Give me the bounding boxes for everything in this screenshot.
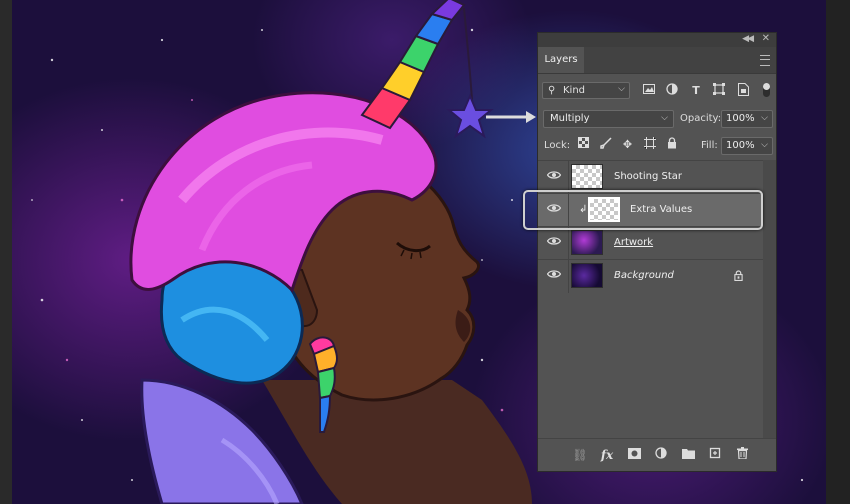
fill-field[interactable]: 100% ⌵ <box>721 137 773 155</box>
filter-toggle[interactable] <box>763 83 770 97</box>
layer-row-shooting-star[interactable]: Shooting Star <box>538 160 763 194</box>
collapse-panel-icon[interactable]: ◀◀ <box>742 34 754 44</box>
visibility-column-divider <box>568 161 569 194</box>
blend-mode-value: Multiply <box>550 113 590 124</box>
close-icon[interactable]: ✕ <box>762 33 770 44</box>
lock-all-icon[interactable] <box>664 137 679 152</box>
eye-icon[interactable] <box>547 170 561 180</box>
layers-list: Shooting Star ↲ Extra Values Artwork Bac… <box>538 160 763 440</box>
type-filter-icon[interactable]: T <box>688 83 704 99</box>
app-left-edge <box>0 0 12 504</box>
opacity-value: 100% <box>726 113 755 124</box>
layer-row-artwork[interactable]: Artwork <box>538 226 763 260</box>
link-layers-icon[interactable]: ⛓ <box>572 447 588 463</box>
eye-icon[interactable] <box>547 269 561 279</box>
clipping-mask-icon: ↲ <box>579 204 588 215</box>
layer-thumbnail <box>571 164 603 189</box>
layer-thumbnail <box>571 230 603 255</box>
eye-icon[interactable] <box>547 236 561 246</box>
visibility-column-divider <box>568 260 569 293</box>
layer-thumbnail <box>588 197 620 222</box>
opacity-label: Opacity: <box>680 113 722 124</box>
panel-title-bar[interactable]: ◀◀ ✕ <box>538 33 776 47</box>
add-mask-icon[interactable] <box>626 447 642 463</box>
smart-object-filter-icon[interactable] <box>735 83 751 99</box>
fill-value: 100% <box>726 140 755 151</box>
layer-name[interactable]: Background <box>614 270 674 281</box>
filter-kind-select[interactable]: ⚲ Kind ⌵ <box>542 82 630 99</box>
layer-style-icon[interactable]: fx <box>599 447 615 463</box>
opacity-field[interactable]: 100% ⌵ <box>721 110 773 128</box>
chevron-down-icon: ⌵ <box>761 113 768 123</box>
lock-label: Lock: <box>544 140 571 151</box>
chevron-down-icon: ⌵ <box>661 113 668 123</box>
lock-position-icon[interactable]: ✥ <box>620 137 635 152</box>
visibility-column-divider <box>568 194 569 227</box>
adjustment-filter-icon[interactable] <box>664 83 680 99</box>
blend-mode-select[interactable]: Multiply ⌵ <box>543 110 674 128</box>
new-layer-icon[interactable] <box>707 447 723 463</box>
search-icon: ⚲ <box>548 85 556 96</box>
eye-icon[interactable] <box>547 203 561 213</box>
layer-name[interactable]: Artwork <box>614 237 653 248</box>
lock-transparent-pixels-icon[interactable] <box>576 137 591 152</box>
layer-name[interactable]: Extra Values <box>630 204 692 215</box>
lock-artboard-icon[interactable] <box>642 137 657 152</box>
folder-icon[interactable] <box>680 447 696 463</box>
layers-panel: ◀◀ ✕ Layers ⚲ Kind ⌵ T Multiply ⌵ Opacit… <box>537 32 777 472</box>
layers-scrollbar[interactable] <box>763 160 776 440</box>
app-right-edge <box>826 0 850 504</box>
chevron-down-icon: ⌵ <box>761 140 768 150</box>
panel-tab-bar: Layers <box>538 47 776 74</box>
new-adjustment-layer-icon[interactable] <box>653 447 669 463</box>
layer-lock-icon[interactable] <box>734 270 743 281</box>
layer-row-extra-values[interactable]: ↲ Extra Values <box>538 193 763 227</box>
trash-icon[interactable] <box>734 447 750 463</box>
filter-kind-label: Kind <box>563 85 586 96</box>
lock-image-pixels-icon[interactable] <box>598 137 613 152</box>
panel-bottom-toolbar: ⛓ fx <box>538 438 776 471</box>
tab-layers[interactable]: Layers <box>538 47 584 73</box>
image-filter-icon[interactable] <box>641 83 657 99</box>
chevron-down-icon: ⌵ <box>618 84 625 94</box>
panel-menu-icon[interactable] <box>760 55 770 66</box>
visibility-column-divider <box>568 227 569 260</box>
fill-label: Fill: <box>701 140 718 151</box>
layer-row-background[interactable]: Background <box>538 259 763 293</box>
layer-thumbnail <box>571 263 603 288</box>
shape-filter-icon[interactable] <box>711 83 727 99</box>
layer-name[interactable]: Shooting Star <box>614 171 682 182</box>
